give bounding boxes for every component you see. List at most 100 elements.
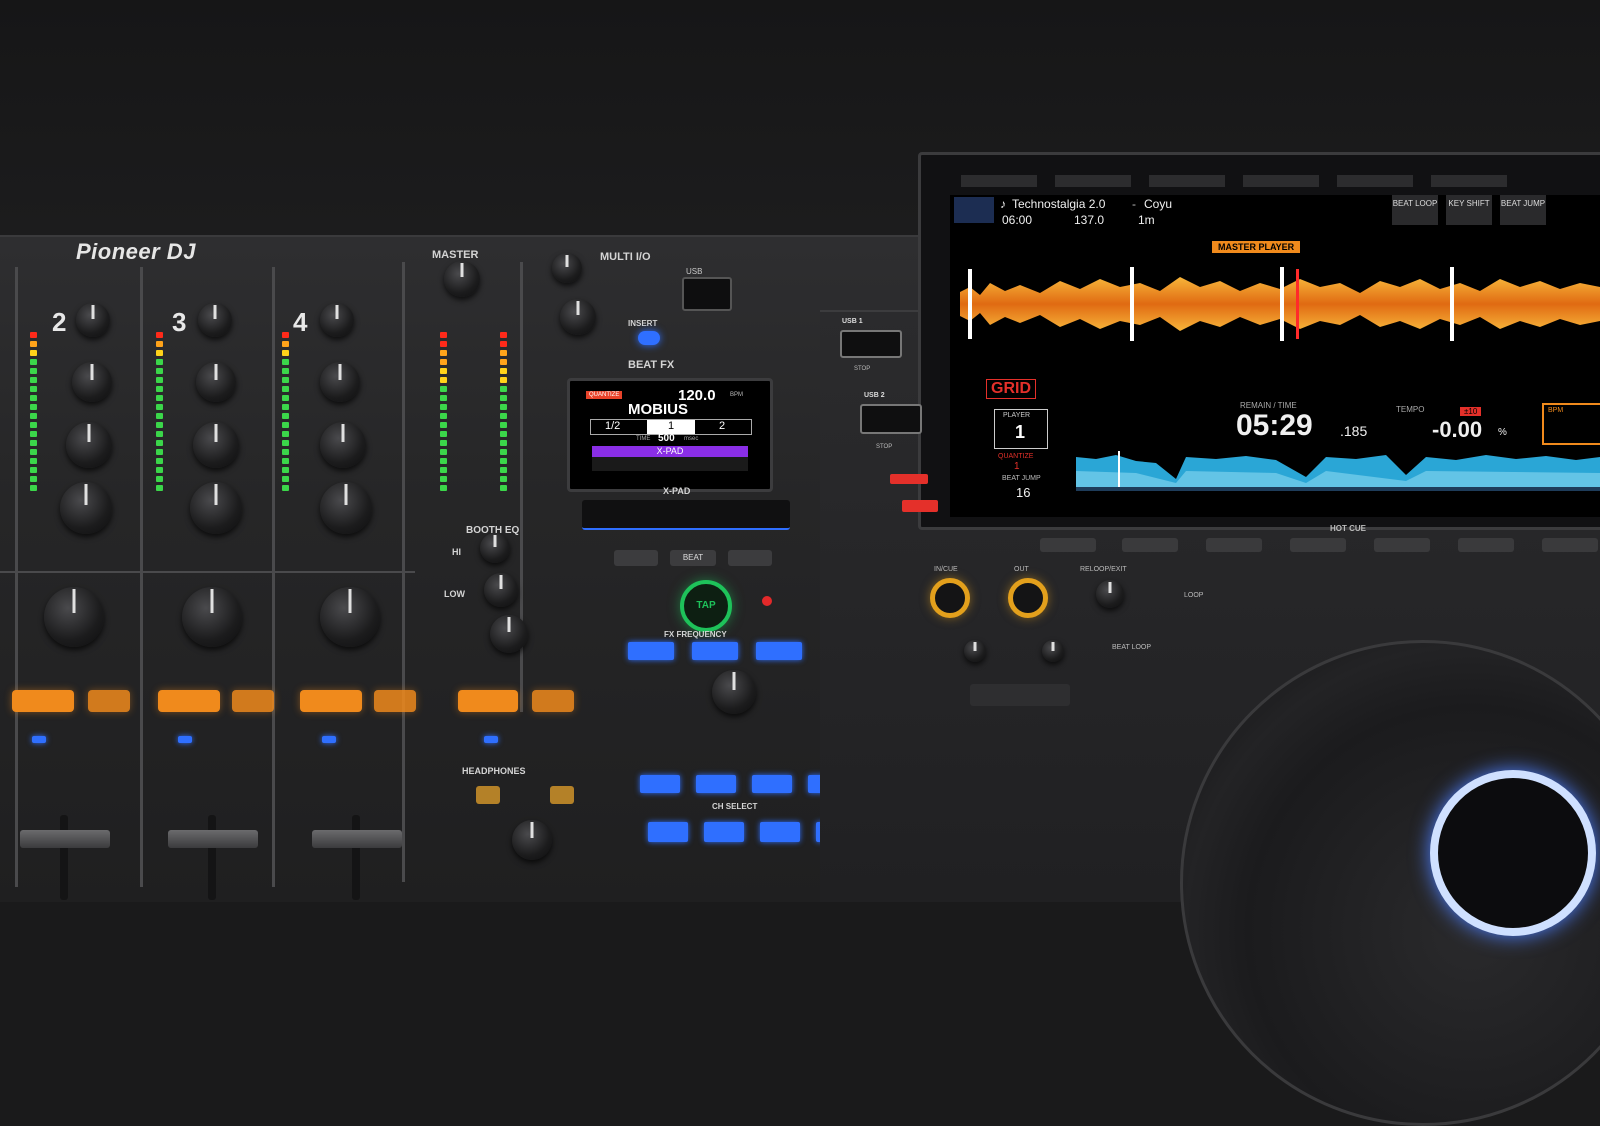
- usb2-port[interactable]: [860, 404, 922, 434]
- eq-mid-knob[interactable]: [320, 422, 366, 468]
- channel-fader-cap[interactable]: [20, 830, 110, 848]
- x-pad-touchstrip[interactable]: [582, 500, 790, 530]
- channel-cue-button[interactable]: [300, 690, 362, 712]
- color-knob[interactable]: [182, 587, 242, 647]
- master-cue-button[interactable]: [458, 690, 518, 712]
- ch-select-button-2[interactable]: [696, 775, 736, 793]
- trim-knob[interactable]: [198, 303, 232, 337]
- key-shift-button[interactable]: KEY SHIFT: [1446, 195, 1492, 225]
- multi-io-send-knob[interactable]: [552, 253, 582, 283]
- eq-hi-knob[interactable]: [72, 362, 112, 402]
- usb1-port[interactable]: [840, 330, 902, 358]
- hot-cue-e-pad[interactable]: [1374, 538, 1430, 552]
- eq-hi-knob[interactable]: [320, 362, 360, 402]
- x-pad-label: X-PAD: [663, 486, 691, 496]
- waveform-zoom[interactable]: [950, 257, 1600, 351]
- headphones-cue-a[interactable]: [476, 786, 500, 804]
- fx-channel-select-knob[interactable]: [712, 670, 756, 714]
- in-cue-label: IN/CUE: [934, 566, 958, 573]
- loop-in-button[interactable]: [930, 578, 970, 618]
- channel-fx-button[interactable]: [232, 690, 274, 712]
- channel-fader[interactable]: [208, 815, 216, 900]
- cdj-touch-screen[interactable]: ♪ Technostalgia 2.0 - Coyu 06:00 137.0 1…: [950, 195, 1600, 517]
- quantize-button[interactable]: [890, 474, 928, 484]
- channel-cue-button[interactable]: [158, 690, 220, 712]
- beat-grid-line: [1450, 267, 1454, 341]
- fx-select-button-2[interactable]: [704, 822, 744, 842]
- ch-select-button-1[interactable]: [640, 775, 680, 793]
- beat-loop-double-button[interactable]: [1042, 640, 1064, 662]
- hot-cue-g-pad[interactable]: [1542, 538, 1598, 552]
- eq-low-knob[interactable]: [60, 482, 112, 534]
- channel-fader-cap[interactable]: [168, 830, 258, 848]
- beat-jump-pad[interactable]: [970, 684, 1070, 706]
- channel-fx-button[interactable]: [374, 690, 416, 712]
- channel-fader[interactable]: [352, 815, 360, 900]
- booth-hi-knob[interactable]: [480, 533, 510, 563]
- headphones-cue-b[interactable]: [550, 786, 574, 804]
- channel-fader[interactable]: [60, 815, 68, 900]
- ch-select-button-3[interactable]: [752, 775, 792, 793]
- fx-freq-mid-button[interactable]: [692, 642, 738, 660]
- multi-io-label: MULTI I/O: [600, 251, 651, 263]
- screen-top-button[interactable]: [1243, 175, 1319, 187]
- beat-loop-button[interactable]: BEAT LOOP: [1392, 195, 1438, 225]
- waveform-overview[interactable]: [1076, 451, 1600, 491]
- usb-port[interactable]: [682, 277, 732, 311]
- master-level-knob[interactable]: [444, 261, 480, 297]
- beat-left-button[interactable]: [614, 550, 658, 566]
- loop-out-button[interactable]: [1008, 578, 1048, 618]
- player-number: 1: [1015, 422, 1026, 442]
- fx-parameter-bar: [592, 457, 748, 471]
- master-meter-left: [440, 332, 447, 494]
- color-knob[interactable]: [320, 587, 380, 647]
- tap-button[interactable]: TAP: [680, 580, 732, 632]
- remaining-time-fraction: .185: [1340, 423, 1368, 439]
- screen-top-button[interactable]: [1337, 175, 1413, 187]
- beat-grid-line: [968, 269, 972, 339]
- eq-hi-knob[interactable]: [196, 362, 236, 402]
- hot-cue-b-pad[interactable]: [1122, 538, 1178, 552]
- hot-cue-f-pad[interactable]: [1458, 538, 1514, 552]
- master-player-badge: MASTER PLAYER: [1212, 241, 1301, 253]
- multi-io-level-knob[interactable]: [560, 299, 596, 335]
- trim-knob[interactable]: [320, 303, 354, 337]
- channel-fx-button[interactable]: [88, 690, 130, 712]
- hot-cue-c-pad[interactable]: [1206, 538, 1262, 552]
- track-search-button[interactable]: [902, 500, 938, 512]
- beat-right-button[interactable]: [728, 550, 772, 566]
- master-fx-button[interactable]: [532, 690, 574, 712]
- beat-jump-button[interactable]: BEAT JUMP: [1500, 195, 1546, 225]
- insert-button[interactable]: [638, 331, 660, 345]
- album-art: [954, 197, 994, 223]
- tempo-range-badge[interactable]: ±10: [1460, 407, 1482, 416]
- color-knob[interactable]: [44, 587, 104, 647]
- music-note-icon: ♪: [1000, 197, 1006, 211]
- hot-cue-a-pad[interactable]: [1040, 538, 1096, 552]
- screen-top-button[interactable]: [1149, 175, 1225, 187]
- eq-low-knob[interactable]: [320, 482, 372, 534]
- fx-select-button-1[interactable]: [648, 822, 688, 842]
- channel-cue-button[interactable]: [12, 690, 74, 712]
- grid-label[interactable]: GRID: [986, 379, 1036, 399]
- channel-fader-cap[interactable]: [312, 830, 402, 848]
- bpm-box: BPM: [1542, 403, 1600, 445]
- booth-low-knob[interactable]: [484, 573, 518, 607]
- reloop-exit-button[interactable]: [1096, 580, 1124, 608]
- eq-low-knob[interactable]: [190, 482, 242, 534]
- booth-level-knob[interactable]: [490, 615, 528, 653]
- headphones-level-knob[interactable]: [512, 820, 552, 860]
- screen-top-button[interactable]: [961, 175, 1037, 187]
- screen-top-button[interactable]: [1055, 175, 1131, 187]
- trim-knob[interactable]: [76, 303, 110, 337]
- eq-mid-knob[interactable]: [66, 422, 112, 468]
- fx-freq-low-button[interactable]: [628, 642, 674, 660]
- hot-cue-d-pad[interactable]: [1290, 538, 1346, 552]
- screen-top-button[interactable]: [1431, 175, 1507, 187]
- fx-select-button-3[interactable]: [760, 822, 800, 842]
- beat-loop-half-button[interactable]: [964, 640, 986, 662]
- fx-freq-hi-button[interactable]: [756, 642, 802, 660]
- quantize-led: [762, 596, 772, 606]
- beat-label-button: BEAT: [670, 550, 716, 566]
- eq-mid-knob[interactable]: [193, 422, 239, 468]
